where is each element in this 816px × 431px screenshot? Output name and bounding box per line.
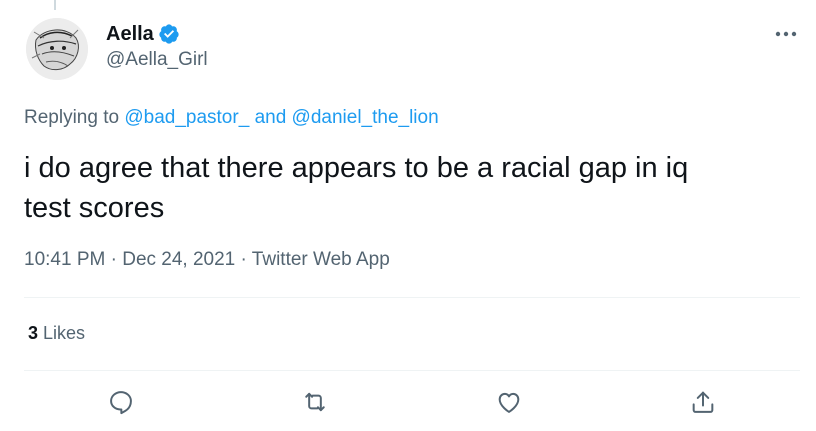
tweet-text-line: test scores	[24, 192, 165, 224]
avatar[interactable]	[26, 18, 88, 80]
likes-count: 3	[28, 323, 39, 343]
tweet-header: Aella @Aella_Girl	[24, 16, 800, 88]
reply-user-link[interactable]: @daniel_the_lion	[292, 107, 439, 128]
divider	[24, 297, 800, 298]
tweet-actions-bar	[24, 384, 800, 420]
reply-user-link[interactable]: @bad_pastor_	[124, 107, 249, 128]
reply-icon[interactable]	[103, 384, 139, 420]
thread-connector-line	[54, 0, 56, 10]
more-horizontal-icon[interactable]	[772, 24, 800, 44]
divider	[24, 370, 800, 371]
meta-separator: ·	[110, 249, 117, 270]
heart-icon[interactable]	[491, 384, 527, 420]
tweet-source[interactable]: Twitter Web App	[252, 249, 390, 270]
share-icon[interactable]	[685, 384, 721, 420]
replying-to-line: Replying to @bad_pastor_ and @daniel_the…	[24, 107, 439, 129]
reply-conjunction: and	[254, 107, 287, 128]
retweet-icon[interactable]	[297, 384, 333, 420]
tweet-metadata: 10:41 PM · Dec 24, 2021 · Twitter Web Ap…	[24, 249, 390, 271]
tweet-text: i do agree that there appears to be a ra…	[24, 148, 784, 228]
tweet-date[interactable]: Dec 24, 2021	[122, 249, 235, 270]
replying-to-label: Replying to	[24, 107, 120, 128]
verified-badge-icon	[158, 23, 180, 45]
tweet-text-line: i do agree that there appears to be a ra…	[24, 152, 689, 184]
likes-stat[interactable]: 3 Likes	[28, 323, 85, 344]
author-display-name[interactable]: Aella	[106, 23, 154, 46]
meta-separator: ·	[240, 249, 247, 270]
author-handle[interactable]: @Aella_Girl	[106, 49, 208, 71]
tweet-time[interactable]: 10:41 PM	[24, 249, 105, 270]
likes-label: Likes	[43, 323, 86, 343]
